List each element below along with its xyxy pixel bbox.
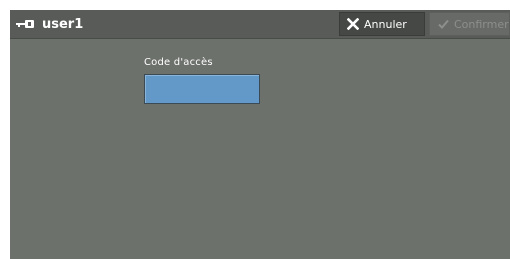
username-label: user1 bbox=[42, 16, 84, 32]
key-icon bbox=[16, 19, 42, 29]
close-icon bbox=[347, 18, 364, 30]
confirm-button-label: Confirmer bbox=[454, 17, 509, 31]
user-indicator: user1 bbox=[16, 10, 83, 38]
checkmark-icon bbox=[438, 19, 454, 29]
cancel-button-label: Annuler bbox=[364, 17, 407, 31]
passcode-input[interactable] bbox=[144, 74, 260, 104]
passcode-screen: user1 Annuler Confirmer Code d'accès bbox=[10, 10, 510, 259]
passcode-label: Code d'accès bbox=[144, 57, 213, 68]
cancel-button[interactable]: Annuler bbox=[339, 12, 425, 36]
confirm-button[interactable]: Confirmer bbox=[429, 12, 510, 36]
title-bar: user1 Annuler Confirmer bbox=[10, 10, 510, 39]
